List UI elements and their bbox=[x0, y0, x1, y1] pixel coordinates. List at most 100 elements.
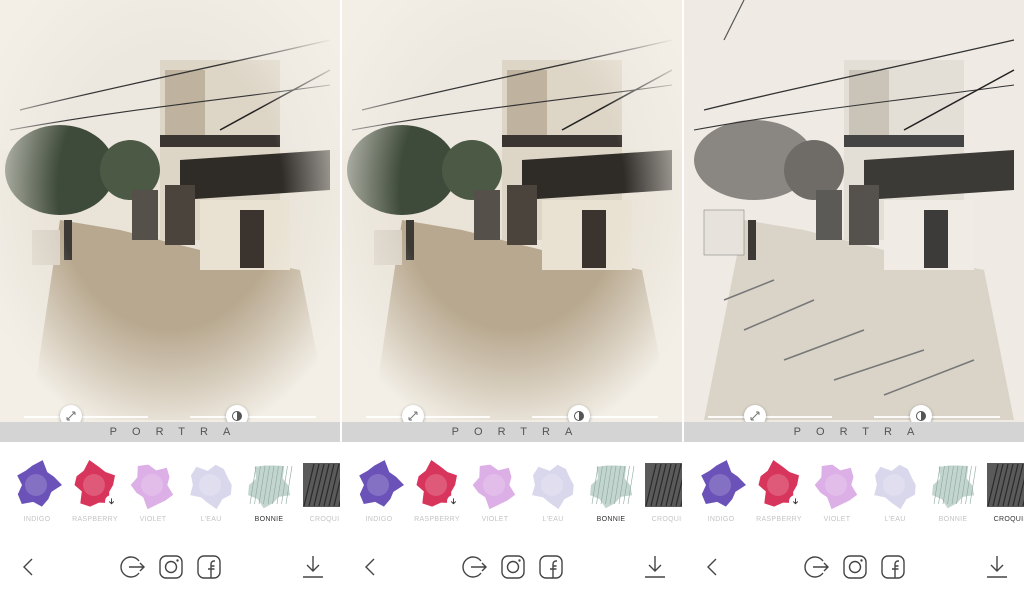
back-chevron-icon[interactable] bbox=[14, 552, 44, 582]
swatch-thumbnail bbox=[359, 460, 404, 507]
filter-swatch-leau[interactable] bbox=[870, 460, 920, 510]
bottom-toolbar bbox=[342, 534, 682, 608]
back-chevron-icon[interactable] bbox=[356, 552, 386, 582]
download-badge-icon bbox=[447, 495, 460, 508]
swatch-thumbnail bbox=[248, 465, 293, 509]
filter-label: CROQUIS bbox=[993, 516, 1024, 523]
filter-label: VIOLET bbox=[139, 516, 167, 523]
instagram-icon[interactable] bbox=[840, 552, 870, 582]
swatch-thumbnail bbox=[590, 465, 635, 509]
filter-swatch-indigo[interactable] bbox=[12, 460, 62, 510]
share-arrow-icon[interactable] bbox=[802, 552, 832, 582]
filter-swatch-violet[interactable] bbox=[128, 460, 178, 510]
swatch-thumbnail bbox=[532, 464, 574, 510]
filter-swatch-raspberry[interactable] bbox=[754, 460, 804, 510]
filter-label: VIOLET bbox=[481, 516, 509, 523]
filter-label: INDIGO bbox=[707, 516, 735, 523]
filter-swatch-bonnie[interactable] bbox=[928, 460, 978, 510]
contrast-icon bbox=[574, 411, 584, 421]
swatch-thumbnail bbox=[987, 463, 1024, 507]
facebook-icon[interactable] bbox=[536, 552, 566, 582]
download-icon[interactable] bbox=[298, 552, 328, 582]
filter-name: PORTRA bbox=[109, 426, 246, 438]
filter-swatch-indigo[interactable] bbox=[354, 460, 404, 510]
filter-label: L'EAU bbox=[884, 516, 906, 523]
filter-name-bar: PORTRA bbox=[0, 422, 340, 442]
filter-tray: INDIGO RASPBERRY VIOLET L'EAU BONNIE CROQUIS bbox=[684, 442, 1024, 534]
filter-tray: INDIGO RASPBERRY VIOLET L'EAU BONNIE CROQUIS bbox=[342, 442, 682, 534]
filter-swatch-raspberry[interactable] bbox=[70, 460, 120, 510]
arrows-expand-icon bbox=[66, 411, 76, 421]
filter-label: BONNIE bbox=[938, 516, 968, 523]
filter-label: RASPBERRY bbox=[414, 516, 460, 523]
download-icon[interactable] bbox=[640, 552, 670, 582]
filter-swatch-bonnie[interactable] bbox=[244, 460, 294, 510]
filter-swatch-violet[interactable] bbox=[470, 460, 520, 510]
photo-preview bbox=[342, 0, 682, 422]
photo-preview bbox=[684, 0, 1024, 422]
facebook-icon[interactable] bbox=[194, 552, 224, 582]
filter-label: VIOLET bbox=[823, 516, 851, 523]
facebook-icon[interactable] bbox=[878, 552, 908, 582]
contrast-slider[interactable] bbox=[532, 405, 658, 427]
contrast-slider[interactable] bbox=[190, 405, 316, 427]
contrast-icon bbox=[232, 411, 242, 421]
screen-3: PORTRA INDIGO RASPBERRY VIOLET L'EAU BONNIE C… bbox=[684, 0, 1024, 608]
bottom-toolbar bbox=[0, 534, 340, 608]
download-icon[interactable] bbox=[982, 552, 1012, 582]
filter-swatch-leau[interactable] bbox=[186, 460, 236, 510]
instagram-icon[interactable] bbox=[156, 552, 186, 582]
brush-size-slider[interactable] bbox=[708, 405, 832, 427]
filter-swatch-croquis[interactable] bbox=[986, 460, 1024, 510]
filter-name: PORTRA bbox=[793, 426, 930, 438]
bottom-toolbar bbox=[684, 534, 1024, 608]
swatch-thumbnail bbox=[190, 464, 232, 510]
filter-swatch-raspberry[interactable] bbox=[412, 460, 462, 510]
filter-label: INDIGO bbox=[23, 516, 51, 523]
share-arrow-icon[interactable] bbox=[460, 552, 490, 582]
brush-size-slider[interactable] bbox=[366, 405, 490, 427]
contrast-icon bbox=[916, 411, 926, 421]
filter-label: CROQUIS bbox=[309, 516, 340, 523]
swatch-thumbnail bbox=[645, 463, 682, 507]
filter-swatch-bonnie[interactable] bbox=[586, 460, 636, 510]
download-badge-icon bbox=[105, 495, 118, 508]
download-badge-icon bbox=[789, 495, 802, 508]
filter-label: RASPBERRY bbox=[756, 516, 802, 523]
arrows-expand-icon bbox=[750, 411, 760, 421]
filter-label: RASPBERRY bbox=[72, 516, 118, 523]
share-arrow-icon[interactable] bbox=[118, 552, 148, 582]
filter-swatch-croquis[interactable] bbox=[302, 460, 340, 510]
filter-swatch-croquis[interactable] bbox=[644, 460, 682, 510]
filter-label: L'EAU bbox=[542, 516, 564, 523]
filter-swatch-leau[interactable] bbox=[528, 460, 578, 510]
filter-name-bar: PORTRA bbox=[342, 422, 682, 442]
screens-container: PORTRA INDIGO RASPBERRY VIOLET L'EAU BONNIE C… bbox=[0, 0, 1024, 608]
filter-label: BONNIE bbox=[254, 516, 284, 523]
swatch-thumbnail bbox=[874, 464, 916, 510]
arrows-expand-icon bbox=[408, 411, 418, 421]
photo-preview bbox=[0, 0, 340, 422]
filter-label: INDIGO bbox=[365, 516, 393, 523]
swatch-thumbnail bbox=[701, 460, 746, 507]
back-chevron-icon[interactable] bbox=[698, 552, 728, 582]
contrast-slider[interactable] bbox=[874, 405, 1000, 427]
swatch-thumbnail bbox=[303, 463, 340, 507]
swatch-thumbnail bbox=[17, 460, 62, 507]
filter-tray: INDIGO RASPBERRY VIOLET L'EAU BONNIE CROQUIS bbox=[0, 442, 340, 534]
brush-size-slider[interactable] bbox=[24, 405, 148, 427]
filter-swatch-indigo[interactable] bbox=[696, 460, 746, 510]
filter-label: CROQUIS bbox=[651, 516, 682, 523]
filter-name: PORTRA bbox=[451, 426, 588, 438]
filter-label: BONNIE bbox=[596, 516, 626, 523]
filter-label: L'EAU bbox=[200, 516, 222, 523]
swatch-thumbnail bbox=[814, 464, 858, 510]
swatch-thumbnail bbox=[130, 464, 174, 510]
swatch-thumbnail bbox=[932, 465, 977, 509]
filter-name-bar: PORTRA bbox=[684, 422, 1024, 442]
instagram-icon[interactable] bbox=[498, 552, 528, 582]
swatch-thumbnail bbox=[472, 464, 516, 510]
screen-1: PORTRA INDIGO RASPBERRY VIOLET L'EAU BONNIE C… bbox=[0, 0, 340, 608]
filter-swatch-violet[interactable] bbox=[812, 460, 862, 510]
screen-2: PORTRA INDIGO RASPBERRY VIOLET L'EAU BONNIE C… bbox=[342, 0, 682, 608]
